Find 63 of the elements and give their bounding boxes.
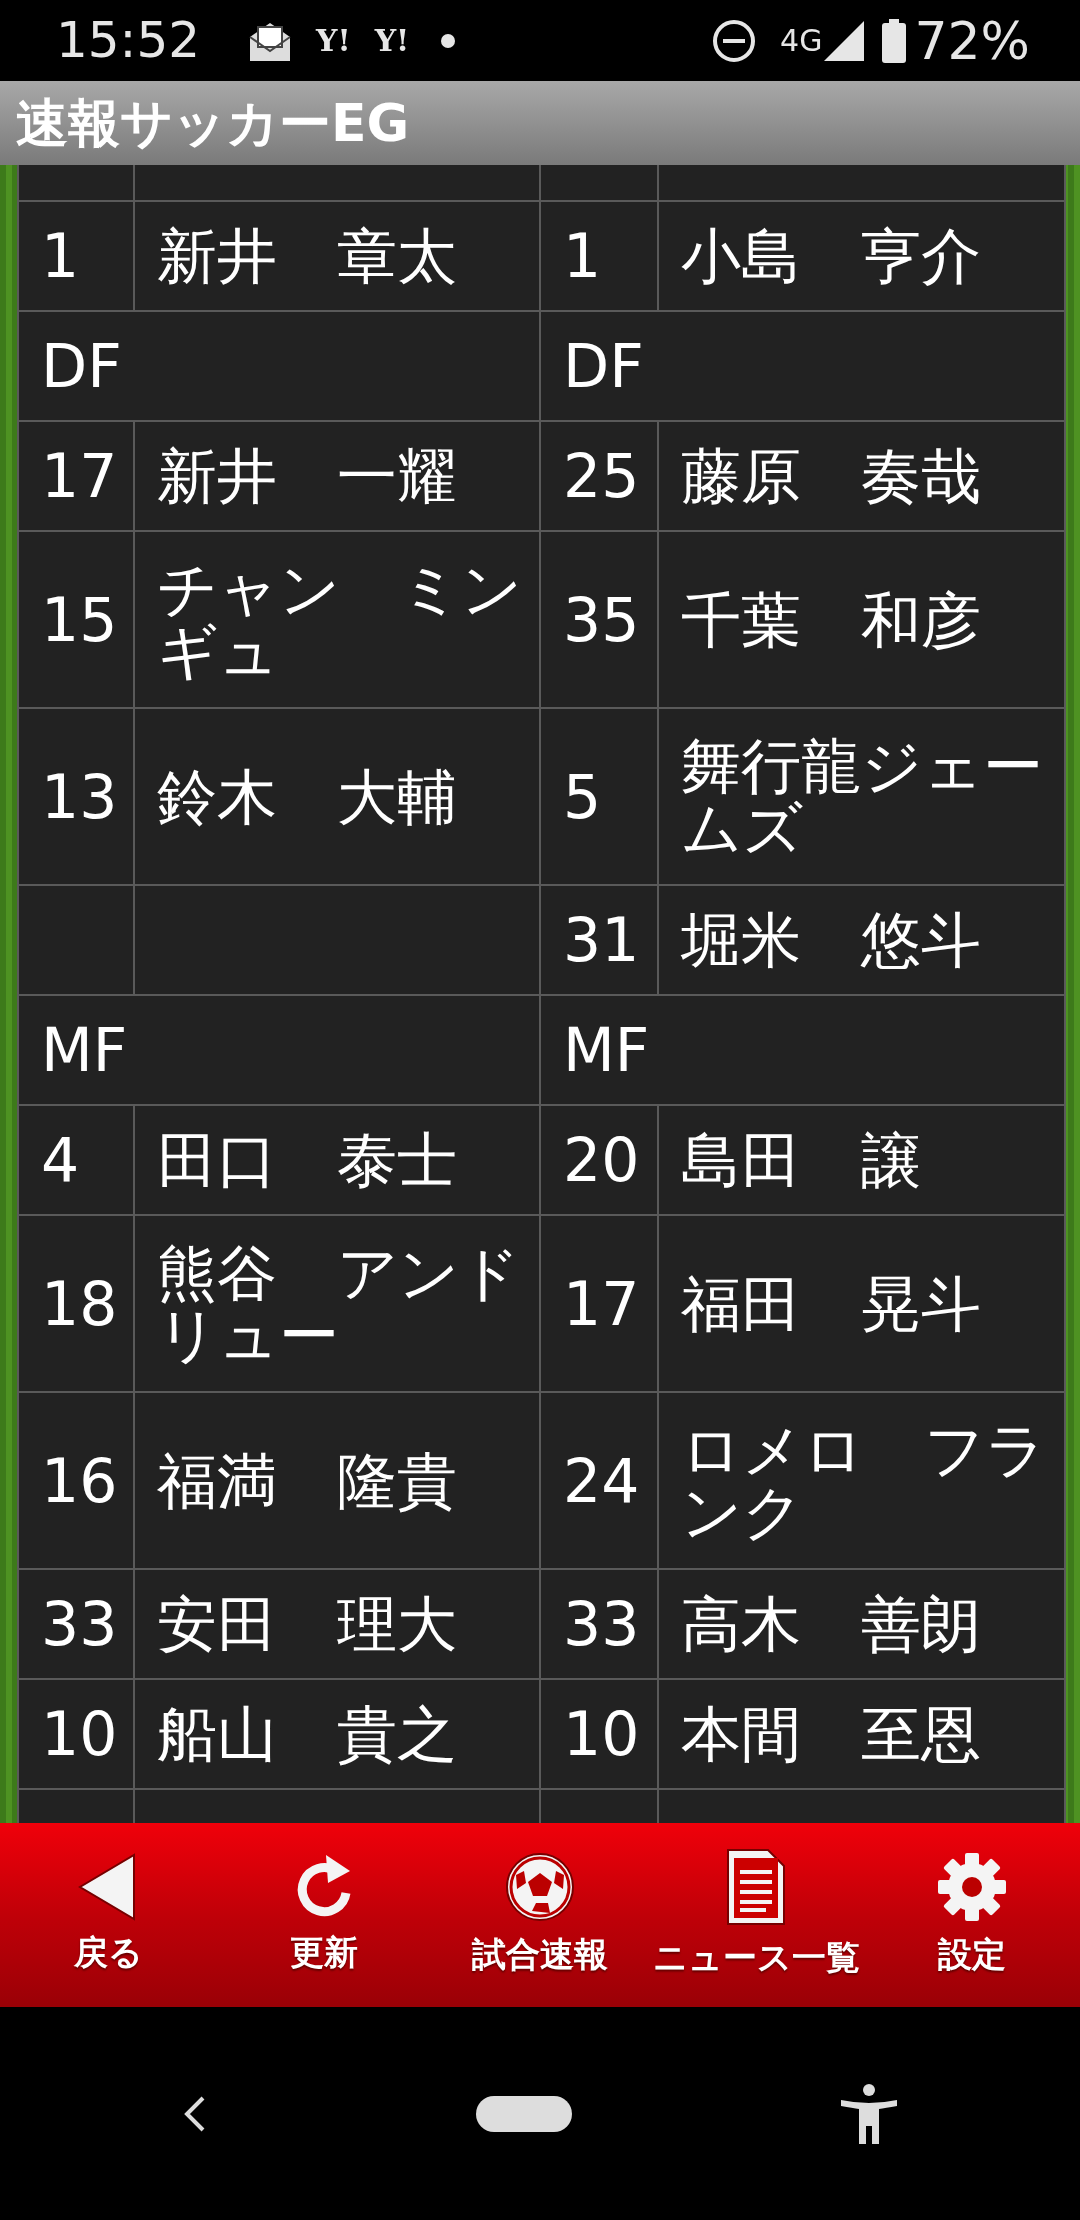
jersey-number: 18 xyxy=(41,1268,118,1339)
jersey-number: 24 xyxy=(563,1445,640,1516)
player-name: 小島 亨介 xyxy=(681,221,981,291)
nav-button[interactable]: 更新 xyxy=(216,1852,432,1978)
jersey-number: 4 xyxy=(41,1125,80,1195)
do-not-disturb-icon xyxy=(712,18,757,63)
back-icon[interactable] xyxy=(182,2095,207,2132)
jersey-number: 31 xyxy=(563,905,640,975)
player-name: 熊谷 アンドリュー xyxy=(157,1237,520,1370)
nav-button[interactable]: 戻る xyxy=(0,1852,216,1978)
player-name: 安田 理大 xyxy=(157,1589,457,1659)
soccer-ball-icon xyxy=(504,1850,576,1923)
player-name: 福満 隆貴 xyxy=(157,1445,457,1516)
jersey-number: 33 xyxy=(563,1589,640,1659)
player-name: 新井 一耀 xyxy=(157,441,457,511)
jersey-number: 16 xyxy=(41,1445,118,1516)
jersey-number: 1 xyxy=(563,221,602,291)
nav-button[interactable]: 設定 xyxy=(864,1850,1080,1980)
battery-icon xyxy=(882,18,907,63)
player-name: 舞行龍ジェームズ xyxy=(681,730,1043,863)
nav-button[interactable]: ニュース一覧 xyxy=(648,1847,864,1983)
position-label: MF xyxy=(41,1015,128,1085)
jersey-number: 1 xyxy=(41,221,80,291)
player-name: 藤原 奏哉 xyxy=(681,441,981,511)
player-name: 新井 章太 xyxy=(157,221,457,291)
back-arrow-icon xyxy=(78,1852,138,1921)
battery-percent: 72% xyxy=(914,9,1030,73)
player-name: 島田 譲 xyxy=(681,1125,921,1195)
player-name: 本間 至恩 xyxy=(681,1699,981,1769)
player-name: 田口 泰士 xyxy=(157,1125,457,1195)
settings-icon xyxy=(936,1850,1008,1923)
jersey-number: 35 xyxy=(563,584,640,655)
jersey-number: 10 xyxy=(41,1699,118,1769)
jersey-number: 25 xyxy=(563,441,640,511)
jersey-number: 5 xyxy=(563,761,602,832)
jersey-number: 20 xyxy=(563,1125,640,1195)
document-icon xyxy=(726,1847,786,1926)
position-label: DF xyxy=(563,331,644,401)
clock: 15:52 xyxy=(56,10,201,71)
position-label: MF xyxy=(563,1015,650,1085)
player-name: ロメロ フランク xyxy=(681,1414,1046,1547)
network-type: 4G xyxy=(780,22,823,60)
player-name: 千葉 和彦 xyxy=(681,584,981,655)
player-name: 鈴木 大輔 xyxy=(157,761,457,832)
notification-dot-icon xyxy=(441,33,456,48)
app-title: 速報サッカーEG xyxy=(16,93,410,153)
jersey-number: 17 xyxy=(41,441,118,511)
player-name: 福田 晃斗 xyxy=(681,1268,981,1339)
home-pill[interactable] xyxy=(476,2095,572,2132)
nav-button[interactable]: 試合速報 xyxy=(432,1850,648,1980)
jersey-number: 15 xyxy=(41,584,118,655)
notification-icon: Y! xyxy=(374,18,410,63)
jersey-number: 10 xyxy=(563,1699,640,1769)
player-name: 船山 貴之 xyxy=(157,1699,457,1769)
jersey-number: 17 xyxy=(563,1268,640,1339)
player-name: 堀米 悠斗 xyxy=(681,905,981,975)
jersey-number: 33 xyxy=(41,1589,118,1659)
notification-icon: Y! xyxy=(316,18,351,63)
player-name: 高木 善朗 xyxy=(681,1589,981,1659)
position-label: DF xyxy=(41,331,122,401)
accessibility-icon[interactable] xyxy=(841,2083,898,2144)
player-name: チャン ミンギュ xyxy=(157,553,522,686)
jersey-number: 13 xyxy=(41,761,118,832)
